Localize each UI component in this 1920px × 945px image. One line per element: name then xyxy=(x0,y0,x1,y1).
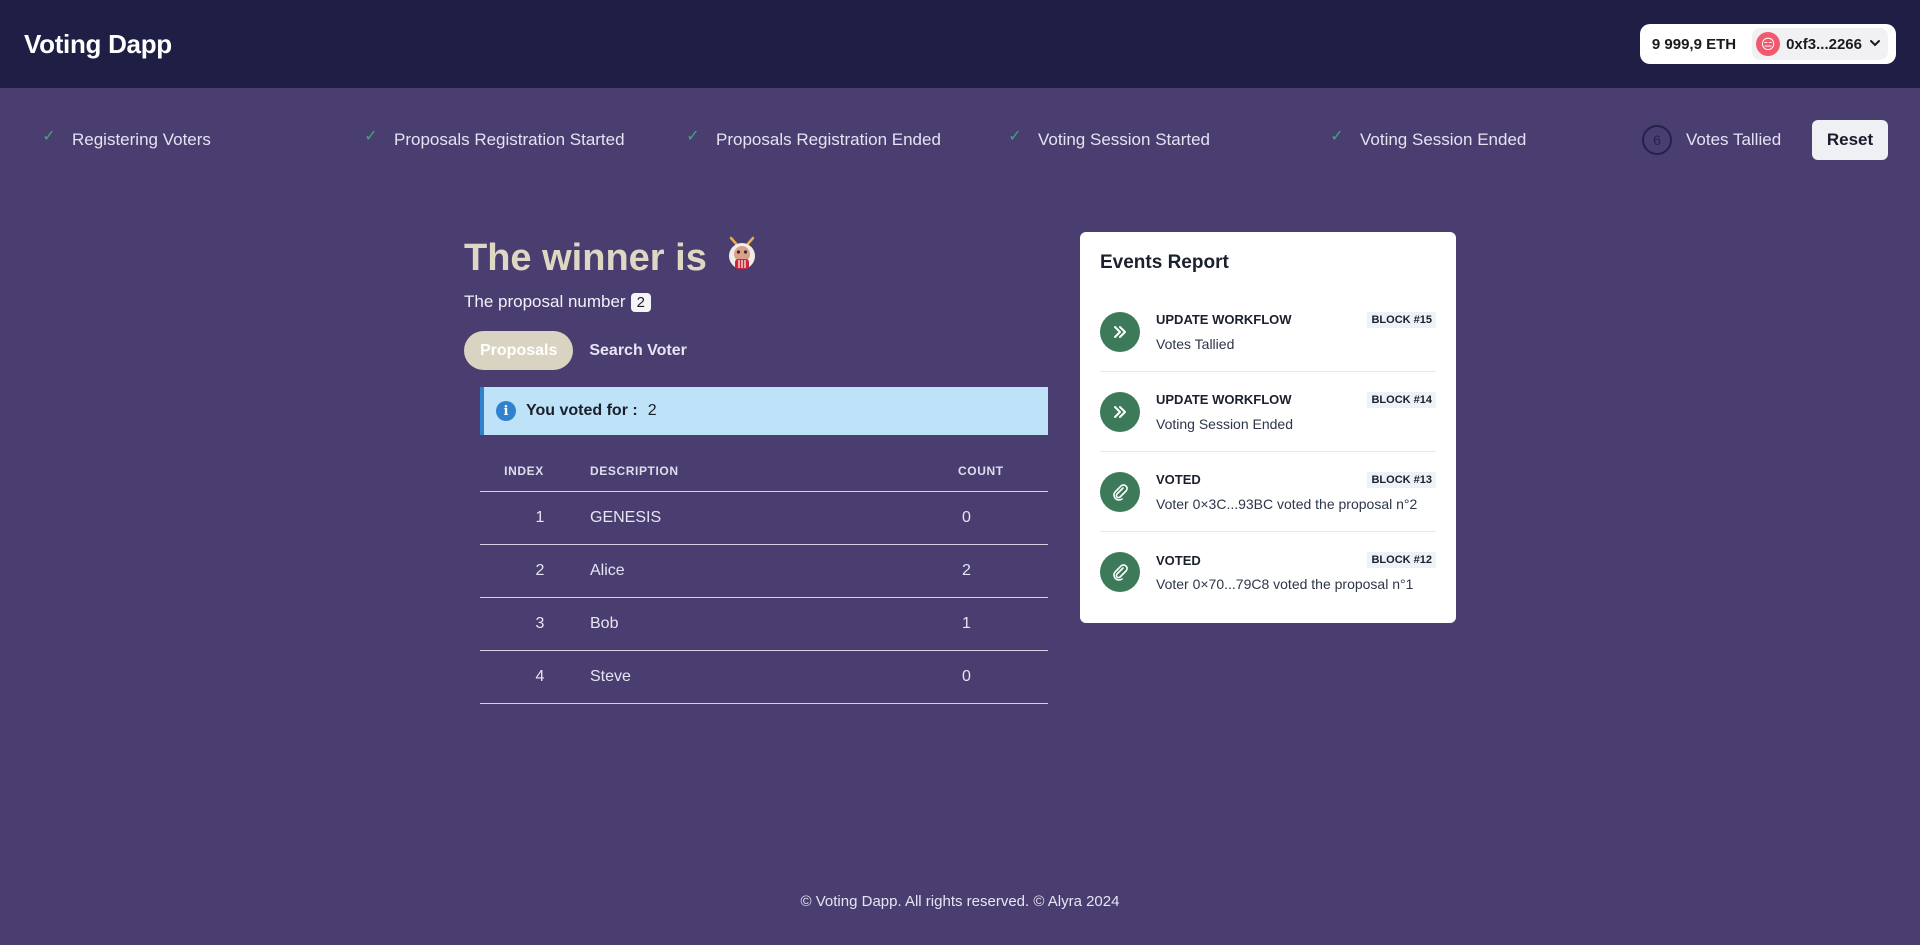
reset-button[interactable]: Reset xyxy=(1812,120,1888,160)
step-proposals-registration-started: ✓ Proposals Registration Started xyxy=(362,120,625,160)
wallet-account[interactable]: 😑 0xf3...2266 xyxy=(1752,28,1888,60)
check-icon: ✓ xyxy=(1330,128,1344,145)
tab-search-voter[interactable]: Search Voter xyxy=(573,331,703,370)
wallet-address: 0xf3...2266 xyxy=(1786,35,1862,53)
check-icon: ✓ xyxy=(1008,128,1022,145)
step-proposals-registration-ended: ✓ Proposals Registration Ended xyxy=(684,120,941,160)
cell-description: Alice xyxy=(590,562,625,579)
content-tabs: Proposals Search Voter xyxy=(464,331,703,370)
event-block-badge: BLOCK #15 xyxy=(1367,311,1436,328)
table-row: 4 Steve 0 xyxy=(480,651,1048,704)
step-voting-session-started: ✓ Voting Session Started xyxy=(1006,120,1210,160)
table-header: INDEX DESCRIPTION COUNT xyxy=(480,450,1048,492)
alert-label: You voted for : xyxy=(526,402,638,419)
step-voting-session-ended: ✓ Voting Session Ended xyxy=(1328,120,1526,160)
cell-count: 0 xyxy=(962,668,971,685)
tab-proposals[interactable]: Proposals xyxy=(464,331,574,370)
event-description: Voter 0×3C...93BC voted the proposal n°2 xyxy=(1156,495,1418,512)
step-registering-voters: ✓ Registering Voters xyxy=(40,120,211,160)
event-description: Voter 0×70...79C8 voted the proposal n°1 xyxy=(1156,576,1414,592)
step-label: Registering Voters xyxy=(72,130,211,149)
top-header: Voting Dapp 9 999,9 ETH 😑 0xf3...2266 xyxy=(0,0,1920,88)
info-icon: i xyxy=(496,401,516,421)
cell-description: Bob xyxy=(590,615,619,632)
winner-heading: The winner is xyxy=(464,232,763,284)
account-avatar-icon: 😑 xyxy=(1756,32,1781,56)
winner-title-text: The winner is xyxy=(464,236,707,279)
voted-for-alert: i You voted for : 2 xyxy=(480,387,1048,435)
wallet-connect-button[interactable]: 9 999,9 ETH 😑 0xf3...2266 xyxy=(1639,24,1896,64)
events-report-title: Events Report xyxy=(1100,252,1229,273)
step-number: 6 xyxy=(1642,125,1672,155)
column-header-description: DESCRIPTION xyxy=(590,463,679,478)
event-type: UPDATE WORKFLOW xyxy=(1156,392,1292,407)
check-icon: ✓ xyxy=(686,128,700,145)
column-header-index: INDEX xyxy=(504,463,544,478)
cell-index: 4 xyxy=(535,668,545,685)
cell-description: GENESIS xyxy=(590,509,662,526)
step-label: Voting Session Started xyxy=(1038,130,1211,149)
event-description: Voting Session Ended xyxy=(1156,415,1293,432)
cell-count: 2 xyxy=(962,562,971,579)
table-row: 3 Bob 1 xyxy=(480,598,1048,651)
column-header-count: COUNT xyxy=(958,463,1004,478)
cell-index: 3 xyxy=(535,615,545,632)
step-label: Proposals Registration Started xyxy=(394,130,625,149)
app-title: Voting Dapp xyxy=(24,28,172,59)
wallet-balance: 9 999,9 ETH xyxy=(1651,35,1737,53)
cell-count: 0 xyxy=(962,509,971,526)
event-block-badge: BLOCK #12 xyxy=(1367,552,1436,568)
event-block-badge: BLOCK #13 xyxy=(1367,471,1436,488)
robot-icon xyxy=(721,232,763,284)
alert-value: 2 xyxy=(647,402,657,419)
events-report-card: Events Report UPDATE WORKFLOW BLOCK #15 … xyxy=(1080,232,1456,623)
step-label: Proposals Registration Ended xyxy=(716,130,941,149)
check-icon: ✓ xyxy=(364,128,378,145)
check-icon: ✓ xyxy=(42,128,56,145)
proposals-table: INDEX DESCRIPTION COUNT 1 GENESIS 0 2 Al… xyxy=(480,450,1048,704)
cell-count: 1 xyxy=(962,615,971,632)
winner-proposal-line: The proposal number 2 xyxy=(464,292,651,312)
event-item: VOTED BLOCK #12 Voter 0×70...79C8 voted … xyxy=(1100,532,1436,612)
proposal-number-label: The proposal number xyxy=(464,292,626,311)
step-votes-tallied: 6 Votes Tallied xyxy=(1642,120,1781,160)
step-label: Votes Tallied xyxy=(1686,130,1782,149)
paperclip-icon xyxy=(1100,552,1140,592)
event-type: VOTED xyxy=(1156,552,1201,568)
cell-index: 1 xyxy=(535,509,545,526)
event-block-badge: BLOCK #14 xyxy=(1367,391,1436,408)
event-item: VOTED BLOCK #13 Voter 0×3C...93BC voted … xyxy=(1100,452,1436,532)
table-row: 2 Alice 2 xyxy=(480,545,1048,598)
cell-index: 2 xyxy=(535,562,545,579)
cell-description: Steve xyxy=(590,668,631,685)
step-label: Voting Session Ended xyxy=(1360,130,1527,149)
event-item: UPDATE WORKFLOW BLOCK #14 Voting Session… xyxy=(1100,372,1436,452)
winner-proposal-badge: 2 xyxy=(630,292,651,312)
paperclip-icon xyxy=(1100,471,1140,512)
footer-copyright: © Voting Dapp. All rights reserved. © Al… xyxy=(800,893,1120,910)
chevron-down-icon xyxy=(1868,36,1882,53)
chevrons-right-icon xyxy=(1100,391,1140,432)
table-row: 1 GENESIS 0 xyxy=(480,492,1048,545)
event-description: Votes Tallied xyxy=(1156,335,1235,352)
event-item: UPDATE WORKFLOW BLOCK #15 Votes Tallied xyxy=(1100,292,1436,372)
workflow-stepper: ✓ Registering Voters ✓ Proposals Registr… xyxy=(0,120,1920,160)
event-type: VOTED xyxy=(1156,472,1201,487)
chevrons-right-icon xyxy=(1100,311,1140,352)
event-type: UPDATE WORKFLOW xyxy=(1156,312,1292,327)
